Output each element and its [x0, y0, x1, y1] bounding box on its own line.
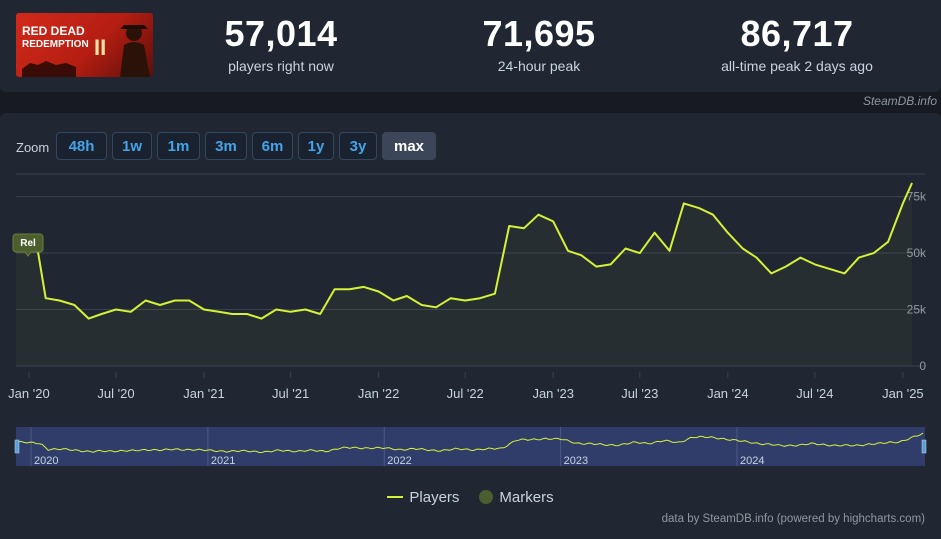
legend-label-markers: Markers: [499, 488, 554, 506]
x-tick-label: Jul '23: [621, 386, 658, 401]
chart-credits[interactable]: data by SteamDB.info (powered by highcha…: [662, 513, 925, 525]
x-axis-ticks: Jan '20 Jul '20 Jan '21 Jul '21 Jan '22 Jul '…: [8, 372, 924, 401]
navigator-right-handle[interactable]: [921, 439, 927, 454]
navigator-year-label: 2024: [740, 455, 764, 467]
x-tick-label: Jan '25: [882, 386, 924, 401]
legend-item-markers[interactable]: Markers: [479, 486, 554, 508]
legend-label-players: Players: [409, 488, 460, 506]
players-area: [16, 183, 912, 366]
legend-line-swatch: [387, 496, 404, 498]
x-tick-label: Jan '24: [707, 386, 749, 401]
legend-item-players[interactable]: Players: [387, 486, 459, 508]
navigator-year-label: 2022: [387, 455, 411, 467]
navigator-year-label: 2020: [34, 455, 58, 467]
legend-marker-swatch: [479, 490, 494, 504]
x-tick-label: Jan '22: [358, 386, 400, 401]
navigator-left-handle[interactable]: [14, 439, 20, 454]
chart-navigator[interactable]: 2020 2021 2022 2023 2024: [14, 427, 927, 467]
x-tick-label: Jan '20: [8, 386, 50, 401]
x-tick-label: Jul '21: [272, 386, 309, 401]
y-tick-label: 0: [919, 359, 926, 373]
chart-legend: Players Markers: [0, 486, 941, 508]
navigator-year-label: 2023: [564, 455, 588, 467]
release-marker-label: Rel: [20, 238, 36, 249]
x-tick-label: Jul '20: [97, 386, 134, 401]
x-tick-label: Jul '22: [447, 386, 484, 401]
x-tick-label: Jan '21: [183, 386, 225, 401]
navigator-year-label: 2021: [211, 455, 235, 467]
navigator-background: [16, 427, 925, 466]
x-tick-label: Jul '24: [796, 386, 833, 401]
x-tick-label: Jan '23: [532, 386, 574, 401]
player-count-chart[interactable]: 025k50k75k Jan '20 Jul '20 Jan '21 Jul '21 J…: [0, 0, 941, 539]
